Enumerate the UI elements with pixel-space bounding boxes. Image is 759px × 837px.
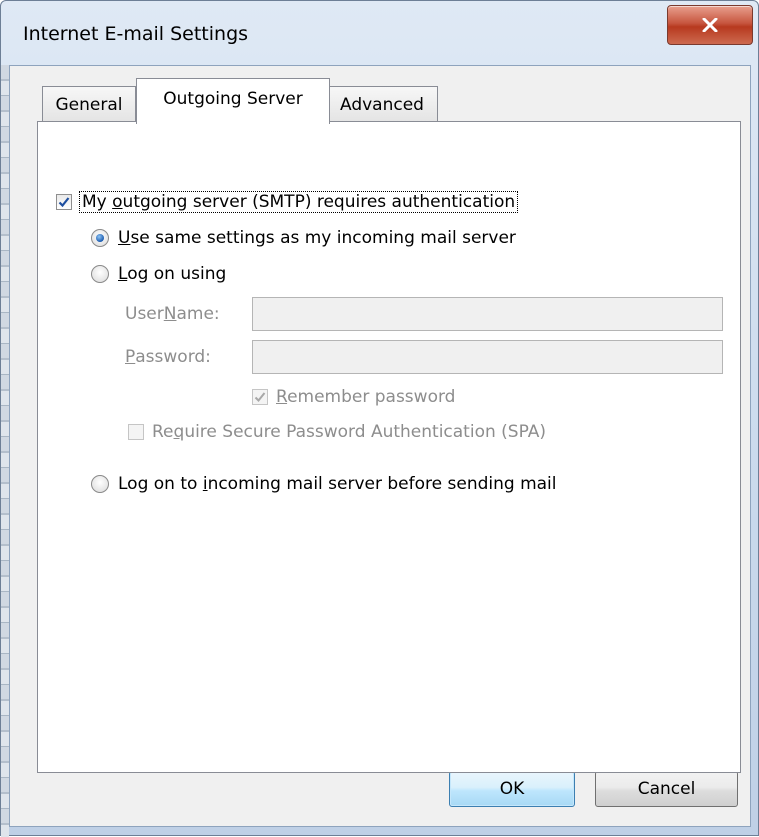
tab-general[interactable]: General [42,86,136,122]
checkmark-icon [58,197,70,208]
use-same-settings-radio[interactable]: Use same settings as my incoming mail se… [91,228,516,248]
log-on-incoming-label: Log on to incoming mail server before se… [118,474,557,494]
tab-advanced-label: Advanced [340,94,424,115]
tab-outgoing-server-label: Outgoing Server [163,88,303,109]
ok-button[interactable]: OK [449,771,575,807]
outgoing-server-panel: My outgoing server (SMTP) requires authe… [37,121,741,773]
close-icon [702,18,718,32]
dialog-title: Internet E-mail Settings [23,23,249,45]
background-window-edge [1,65,9,837]
use-same-settings-label: Use same settings as my incoming mail se… [118,228,516,248]
require-spa-label: Require Secure Password Authentication (… [152,422,546,442]
dialog-window: Internet E-mail Settings General Outgoin… [0,0,759,837]
log-on-incoming-radio[interactable]: Log on to incoming mail server before se… [91,474,557,494]
user-name-field[interactable] [252,297,723,331]
require-spa-check[interactable] [128,424,144,440]
require-spa-checkbox[interactable]: Require Secure Password Authentication (… [128,422,546,442]
log-on-using-radio[interactable]: Log on using [91,264,226,284]
requires-auth-check[interactable] [56,194,72,210]
dialog-client-area: General Outgoing Server Advanced My outg… [9,65,751,827]
requires-auth-checkbox[interactable]: My outgoing server (SMTP) requires authe… [56,191,519,213]
use-same-settings-radio-button[interactable] [91,229,109,247]
title-bar[interactable]: Internet E-mail Settings [1,1,758,65]
log-on-using-radio-button[interactable] [91,265,109,283]
close-button[interactable] [667,5,753,45]
remember-password-check[interactable] [252,389,268,405]
password-label: Password: [125,347,211,367]
password-field[interactable] [252,340,723,374]
log-on-incoming-radio-button[interactable] [91,475,109,493]
tab-outgoing-server[interactable]: Outgoing Server [136,78,330,124]
user-name-label: User Name: [125,304,220,324]
tab-advanced[interactable]: Advanced [326,86,438,122]
remember-password-checkbox[interactable]: Remember password [252,387,455,407]
cancel-button[interactable]: Cancel [595,771,738,807]
requires-auth-label: My outgoing server (SMTP) requires authe… [78,191,519,213]
log-on-using-label: Log on using [118,264,227,284]
remember-password-label: Remember password [276,387,456,407]
tab-general-label: General [55,94,123,115]
checkmark-icon [254,392,266,402]
